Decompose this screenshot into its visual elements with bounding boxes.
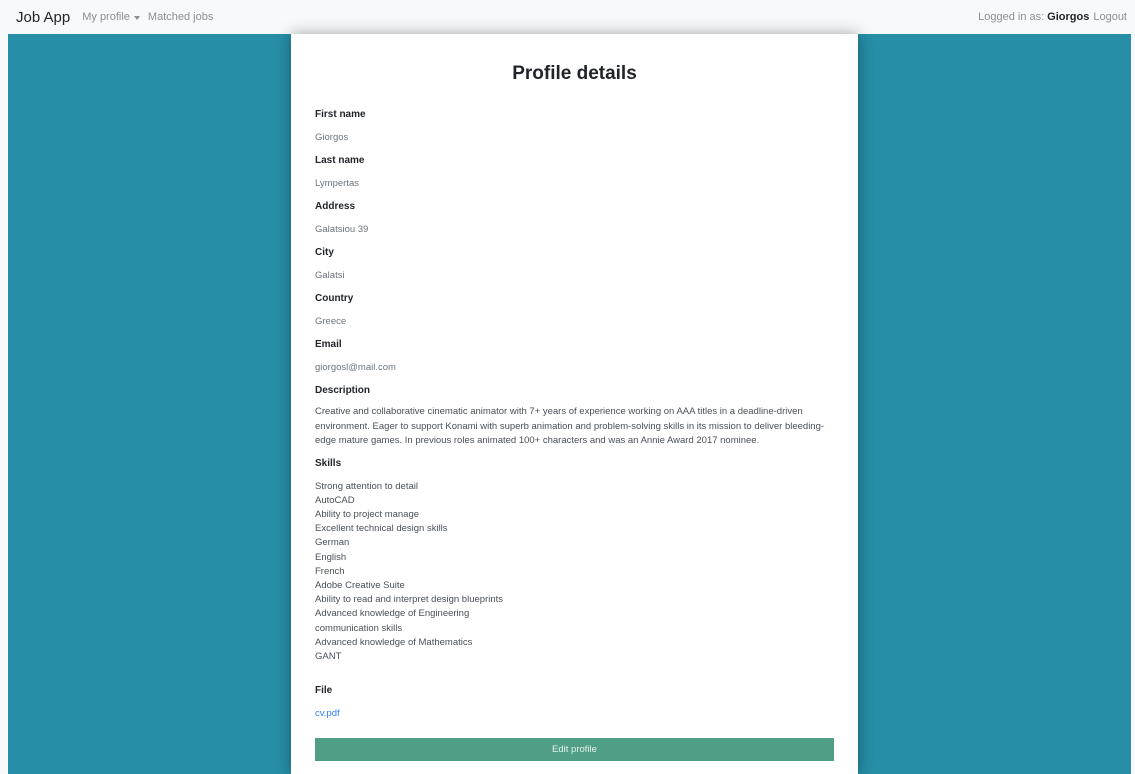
field-city: City Galatsi	[315, 246, 834, 283]
field-value: giorgosl@mail.com	[315, 362, 396, 373]
description-text: Creative and collaborative cinematic ani…	[315, 406, 825, 446]
skill-item: German	[315, 537, 350, 549]
skill-item: Ability to project manage	[315, 508, 420, 520]
page-title: Profile details	[512, 63, 637, 84]
file-label: File	[315, 685, 333, 697]
edit-profile-button[interactable]: Edit profile	[315, 738, 834, 761]
logged-in-label: Logged in as:	[978, 11, 1045, 23]
field-description: Description Creative and collaborative c…	[315, 384, 834, 449]
field-address: Address Galatsiou 39	[315, 200, 834, 237]
field-file: File cv.pdf	[315, 684, 834, 721]
caret-down-icon	[133, 15, 140, 20]
field-value: Galatsi	[315, 270, 345, 281]
top-navbar: Job App My profile Matched jobs Logged i…	[0, 0, 1135, 34]
field-label: Email	[315, 339, 342, 350]
skills-label: Skills	[315, 457, 342, 469]
skill-item: Strong attention to detail	[315, 480, 418, 492]
logout-link[interactable]: Logout	[1093, 11, 1127, 23]
skill-item: Adobe Creative Suite	[315, 579, 405, 591]
field-label: Last name	[315, 155, 365, 166]
field-label: City	[315, 247, 334, 258]
brand-link[interactable]: Job App	[16, 9, 70, 26]
skill-item: communication skills	[315, 622, 403, 634]
field-country: Country Greece	[315, 292, 834, 329]
field-value: Lympertas	[315, 178, 359, 189]
skill-item: Excellent technical design skills	[315, 523, 448, 535]
profile-card: Profile details First name Giorgos Last …	[291, 34, 858, 774]
description-label: Description	[315, 385, 371, 396]
field-first-name: First name Giorgos	[315, 108, 834, 145]
my-profile-dropdown[interactable]: My profile	[82, 11, 140, 23]
user-status: Logged in as: Giorgos Logout	[978, 11, 1127, 23]
skill-item: Ability to read and interpret design blu…	[315, 594, 504, 606]
skill-item: English	[315, 551, 347, 563]
field-label: Address	[315, 201, 356, 212]
field-label: First name	[315, 109, 366, 120]
field-email: Email giorgosl@mail.com	[315, 338, 834, 375]
username: Giorgos	[1047, 11, 1090, 23]
my-profile-label: My profile	[82, 11, 130, 23]
cv-file-link[interactable]: cv.pdf	[315, 707, 834, 721]
field-last-name: Last name Lympertas	[315, 154, 834, 191]
skill-item: AutoCAD	[315, 494, 355, 506]
skill-item: Advanced knowledge of Mathematics	[315, 636, 473, 648]
field-value: Greece	[315, 316, 347, 327]
skills-list: Strong attention to detail AutoCAD Abili…	[315, 480, 834, 665]
field-value: Galatsiou 39	[315, 224, 369, 235]
skill-item: Advanced knowledge of Engineering	[315, 608, 470, 620]
field-value: Giorgos	[315, 132, 349, 143]
profile-fields: First name Giorgos Last name Lympertas A…	[315, 108, 834, 721]
skill-item: GANT	[315, 650, 342, 662]
field-skills: Skills Strong attention to detail AutoCA…	[315, 457, 834, 665]
field-label: Country	[315, 293, 354, 304]
skill-item: French	[315, 565, 345, 577]
matched-jobs-link[interactable]: Matched jobs	[148, 11, 213, 23]
